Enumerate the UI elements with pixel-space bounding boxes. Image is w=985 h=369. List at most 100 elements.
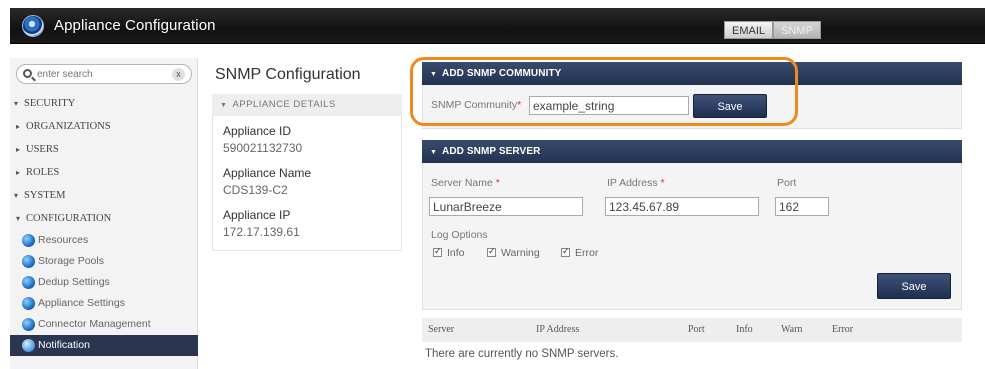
add-snmp-community-header[interactable]: ▼ ADD SNMP COMMUNITY (422, 62, 962, 85)
sidebar-item-notification[interactable]: Notification (10, 335, 198, 356)
sidebar-item-label: ORGANIZATIONS (26, 121, 111, 132)
info-checkbox-label: Info (447, 247, 465, 259)
search-icon (23, 69, 32, 78)
column-ip-address[interactable]: IP Address (536, 324, 579, 335)
globe-icon (22, 339, 35, 352)
chevron-down-icon: ▼ (220, 102, 228, 109)
globe-icon (22, 276, 35, 289)
globe-icon (22, 234, 35, 247)
column-info[interactable]: Info (736, 324, 753, 335)
sidebar-item-resources[interactable]: Resources (10, 230, 198, 251)
appliance-ip-label: Appliance IP (223, 208, 291, 222)
sidebar-item-configuration[interactable]: ▾ CONFIGURATION (10, 207, 198, 230)
required-mark: * (660, 177, 665, 189)
sidebar-item-dedup-settings[interactable]: Dedup Settings (10, 272, 198, 293)
globe-icon (22, 297, 35, 310)
chevron-down-icon: ▼ (430, 149, 438, 156)
add-snmp-server-body: Server Name * IP Address * Port Log Opti… (422, 163, 962, 310)
appliance-id-group: Appliance ID 590021132730 (223, 124, 302, 155)
globe-icon (22, 318, 35, 331)
add-snmp-community-title: ADD SNMP COMMUNITY (442, 68, 562, 79)
sidebar-item-label: Connector Management (38, 318, 151, 330)
tab-email[interactable]: EMAIL (724, 21, 774, 39)
sidebar-item-label: Appliance Settings (38, 297, 125, 309)
chevron-down-icon: ▾ (14, 99, 19, 108)
server-name-label-text: Server Name (431, 177, 493, 189)
appliance-details-header[interactable]: ▼ APPLIANCE DETAILS (212, 94, 402, 116)
sidebar-item-label: SYSTEM (24, 190, 66, 201)
error-checkbox-label: Error (575, 247, 599, 259)
checkbox-checked-icon (561, 246, 570, 257)
sidebar-item-label: Notification (38, 339, 90, 351)
search-input[interactable] (37, 67, 167, 82)
appliance-ip-group: Appliance IP 172.17.139.61 (223, 208, 300, 239)
sidebar-item-label: Storage Pools (38, 255, 104, 267)
add-snmp-server-title: ADD SNMP SERVER (442, 146, 541, 157)
column-server[interactable]: Server (428, 324, 454, 335)
save-server-button[interactable]: Save (877, 273, 951, 299)
add-snmp-server-header[interactable]: ▼ ADD SNMP SERVER (422, 140, 962, 163)
warning-checkbox[interactable]: Warning (487, 246, 540, 259)
search-box: x (16, 64, 192, 84)
checkbox-checked-icon (433, 246, 442, 257)
appliance-details-header-label: APPLIANCE DETAILS (232, 99, 336, 110)
snmp-community-input[interactable] (529, 96, 689, 115)
sidebar-item-system[interactable]: ▾ SYSTEM (10, 184, 198, 207)
app-header-bar: Appliance Configuration EMAIL SNMP (10, 8, 985, 44)
appliance-ip-value: 172.17.139.61 (223, 225, 300, 239)
empty-servers-message: There are currently no SNMP servers. (425, 348, 619, 360)
app-title: Appliance Configuration (54, 17, 216, 34)
sidebar-item-label: Resources (38, 234, 89, 246)
column-warn[interactable]: Warn (781, 324, 802, 335)
sidebar: x ▾ SECURITY ▸ ORGANIZATIONS ▸ USERS ▸ ROLES… (10, 58, 198, 369)
column-error[interactable]: Error (832, 324, 853, 335)
info-checkbox[interactable]: Info (433, 246, 465, 259)
sidebar-item-roles[interactable]: ▸ ROLES (10, 161, 198, 184)
required-mark: * (517, 99, 522, 111)
top-tabs: EMAIL SNMP (724, 21, 821, 39)
required-mark: * (495, 177, 500, 189)
sidebar-nav: ▾ SECURITY ▸ ORGANIZATIONS ▸ USERS ▸ ROLES ▾… (10, 92, 198, 356)
appliance-details-body: Appliance ID 590021132730 Appliance Name… (212, 116, 402, 251)
chevron-right-icon: ▸ (16, 122, 21, 131)
sidebar-item-connector-management[interactable]: Connector Management (10, 314, 198, 335)
appliance-name-value: CDS139-C2 (223, 183, 288, 197)
appliance-id-value: 590021132730 (223, 141, 303, 155)
tab-snmp[interactable]: SNMP (773, 21, 821, 39)
sidebar-item-users[interactable]: ▸ USERS (10, 138, 198, 161)
chevron-down-icon: ▾ (16, 214, 21, 223)
sidebar-item-label: SECURITY (24, 98, 76, 109)
warning-checkbox-label: Warning (501, 247, 540, 259)
chevron-right-icon: ▸ (16, 168, 21, 177)
snmp-community-label: SNMP Community* (431, 99, 521, 111)
checkbox-checked-icon (487, 246, 496, 257)
sidebar-item-storage-pools[interactable]: Storage Pools (10, 251, 198, 272)
appliance-id-label: Appliance ID (223, 124, 292, 138)
port-label: Port (777, 177, 797, 189)
chevron-right-icon: ▸ (16, 145, 21, 154)
snmp-community-label-text: SNMP Community (431, 99, 518, 111)
add-snmp-community-body: SNMP Community* Save (422, 85, 962, 129)
chevron-down-icon: ▼ (430, 71, 438, 78)
error-checkbox[interactable]: Error (561, 246, 599, 259)
server-name-input[interactable] (429, 197, 583, 216)
ip-address-label-text: IP Address (607, 177, 658, 189)
port-input[interactable] (775, 197, 829, 216)
appliance-name-group: Appliance Name CDS139-C2 (223, 166, 311, 197)
clear-search-icon[interactable]: x (172, 68, 185, 81)
log-options-label: Log Options (431, 229, 488, 241)
sidebar-item-appliance-settings[interactable]: Appliance Settings (10, 293, 198, 314)
ip-address-input[interactable] (605, 197, 759, 216)
save-community-button[interactable]: Save (693, 94, 767, 118)
globe-icon (22, 255, 35, 268)
sidebar-item-label: Dedup Settings (38, 276, 110, 288)
sidebar-item-label: ROLES (26, 167, 60, 178)
servers-table-header: Server IP Address Port Info Warn Error (422, 318, 962, 342)
page-title: SNMP Configuration (215, 66, 361, 83)
appliance-details-panel: SNMP Configuration ▼ APPLIANCE DETAILS Ap… (212, 58, 402, 369)
appliance-name-label: Appliance Name (223, 166, 312, 180)
column-port[interactable]: Port (688, 324, 705, 335)
sidebar-item-security[interactable]: ▾ SECURITY (10, 92, 198, 115)
sidebar-item-label: USERS (26, 144, 59, 155)
sidebar-item-organizations[interactable]: ▸ ORGANIZATIONS (10, 115, 198, 138)
